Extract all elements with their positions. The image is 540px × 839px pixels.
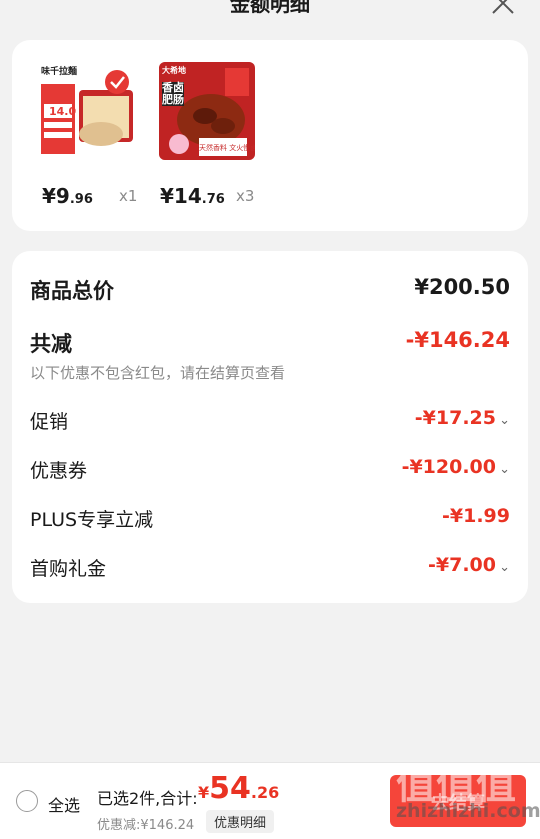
chevron-down-icon[interactable]: ⌄ bbox=[496, 413, 510, 428]
coupon-label: 优惠券 bbox=[30, 460, 88, 482]
product-image: 大希地 香卤肥肠 天然香料 文火慢卤 bbox=[159, 62, 255, 160]
select-all-label[interactable]: 全选 bbox=[48, 792, 80, 816]
chevron-down-icon[interactable]: ⌄ bbox=[496, 560, 510, 575]
product-brand: 大希地 bbox=[162, 66, 186, 75]
product-qty: x3 bbox=[236, 187, 255, 205]
watermark-url: zhizhizhi.com bbox=[396, 800, 540, 822]
coupon-row[interactable]: 优惠券 -¥120.00 ⌄ bbox=[30, 456, 510, 486]
plus-discount-row: PLUS专享立减 -¥1.99 bbox=[30, 505, 510, 535]
product-price: ¥14.76 bbox=[160, 184, 225, 208]
product-price: ¥9.96 bbox=[42, 184, 93, 208]
checkout-total: ¥54.26 bbox=[198, 771, 280, 806]
selected-count-text: 已选2件,合计: bbox=[97, 789, 198, 808]
product-qty: x1 bbox=[119, 187, 138, 205]
product-tag: 14.0 bbox=[49, 105, 77, 118]
coupon-value: -¥120.00 ⌄ bbox=[401, 456, 510, 478]
select-all-checkbox[interactable] bbox=[16, 790, 38, 812]
total-price-label: 商品总价 bbox=[30, 279, 114, 303]
page-title: 金额明细 bbox=[230, 0, 310, 16]
close-icon[interactable] bbox=[490, 0, 516, 16]
total-reduce-row: 共减 -¥146.24 bbox=[30, 328, 510, 358]
product-item[interactable]: 味千拉麵 14.0 bbox=[39, 62, 135, 160]
product-caption: 天然香料 文火慢卤 bbox=[199, 144, 255, 152]
product-card: 味千拉麵 14.0 ¥9.96 x1 大希地 香卤肥肠 天然香料 文火慢卤 ¥1… bbox=[12, 40, 528, 231]
discount-detail-button[interactable]: 优惠明细 bbox=[206, 810, 275, 833]
plus-discount-label: PLUS专享立减 bbox=[30, 509, 154, 531]
product-title-text: 香卤肥肠 bbox=[162, 81, 184, 106]
plus-discount-value: -¥1.99 bbox=[442, 505, 510, 527]
product-image: 味千拉麵 14.0 bbox=[39, 62, 135, 160]
promo-label: 促销 bbox=[30, 411, 69, 433]
product-item[interactable]: 大希地 香卤肥肠 天然香料 文火慢卤 bbox=[159, 62, 255, 160]
total-price-row: 商品总价 ¥200.50 bbox=[30, 275, 510, 305]
first-purchase-label: 首购礼金 bbox=[30, 558, 107, 580]
price-summary-card: 商品总价 ¥200.50 共减 -¥146.24 以下优惠不包含红包，请在结算页… bbox=[12, 251, 528, 603]
discount-summary: 优惠减:¥146.24 bbox=[97, 818, 195, 833]
chevron-down-icon[interactable]: ⌄ bbox=[496, 462, 510, 477]
first-purchase-value: -¥7.00 ⌄ bbox=[428, 554, 510, 576]
promo-row[interactable]: 促销 -¥17.25 ⌄ bbox=[30, 407, 510, 437]
promo-value: -¥17.25 ⌄ bbox=[414, 407, 510, 429]
total-price-value: ¥200.50 bbox=[414, 275, 510, 299]
total-reduce-label: 共减 bbox=[30, 332, 72, 356]
discount-note: 以下优惠不包含红包，请在结算页查看 bbox=[30, 364, 286, 382]
total-reduce-value: -¥146.24 bbox=[405, 328, 510, 352]
first-purchase-row[interactable]: 首购礼金 -¥7.00 ⌄ bbox=[30, 554, 510, 584]
product-brand: 味千拉麵 bbox=[41, 67, 78, 77]
